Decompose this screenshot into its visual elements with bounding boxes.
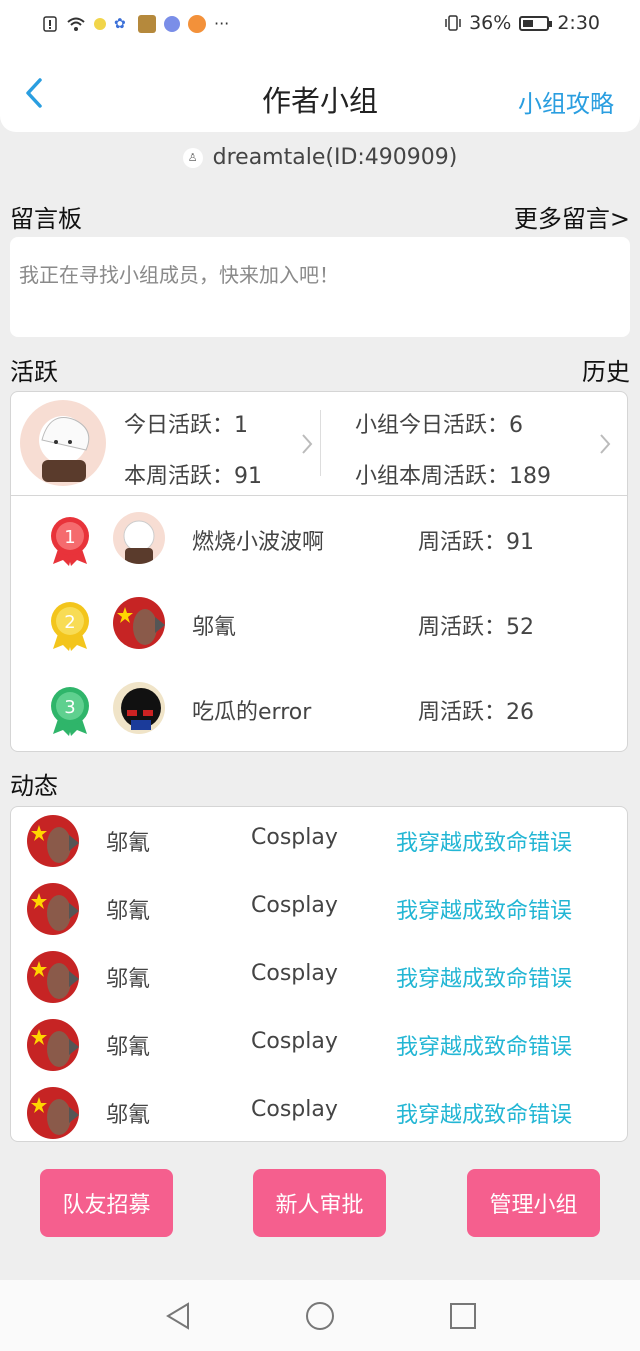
feed-work-link[interactable]: 我穿越成致命错误 [396,825,572,857]
browser-icon [188,14,206,33]
wifi-icon [67,17,85,31]
feed-item[interactable]: 邬氰 Cosplay 我穿越成致命错误 [11,875,627,943]
svg-text:3: 3 [64,697,75,718]
feed-category: Cosplay [251,893,338,918]
message-board-label: 留言板 [10,205,82,233]
feed-item[interactable]: 邬氰 Cosplay 我穿越成致命错误 [11,1011,627,1079]
user-icon: ♙ [182,147,203,168]
chevron-right-icon[interactable] [299,432,315,456]
feed-category: Cosplay [251,825,338,850]
medal-gold-1-icon: 1 [51,517,89,566]
battery-percent: 36% [469,12,512,34]
divider [320,410,321,476]
feed-item[interactable]: 邬氰 Cosplay 我穿越成致命错误 [11,807,627,875]
feed-work-link[interactable]: 我穿越成致命错误 [396,961,572,993]
music-icon [164,15,180,32]
paw-icon: ✿ [114,15,126,32]
rank-row[interactable]: 2 邬氰 周活跃：52 [11,583,627,663]
more-messages-link[interactable]: 更多留言> [514,199,630,234]
group-guide-link[interactable]: 小组攻略 [518,84,614,119]
svg-text:1: 1 [64,527,75,548]
rank-score: 周活跃：26 [418,700,534,725]
avatar[interactable] [27,883,79,935]
rank-score: 周活跃：52 [418,615,534,640]
avatar[interactable] [113,597,165,649]
status-right: 36% 2:30 [445,12,600,34]
feed-author: 邬氰 [106,1035,151,1060]
feed-author: 邬氰 [106,1103,151,1128]
feed-author: 邬氰 [106,831,151,856]
clock: 2:30 [557,12,600,34]
history-link[interactable]: 历史 [582,352,630,387]
vibrate-icon [445,15,461,31]
my-today-activity: 今日活跃：1 [124,413,248,438]
feed-item[interactable]: 邬氰 Cosplay 我穿越成致命错误 [11,943,627,1011]
avatar[interactable] [27,951,79,1003]
avatar[interactable] [113,512,165,564]
medal-bronze-3-icon: 3 [51,687,89,736]
medal-silver-2-icon: 2 [51,602,89,651]
feed-label: 动态 [10,772,58,800]
avatar[interactable] [113,682,165,734]
message-board[interactable]: 我正在寻找小组成员，快来加入吧！ [10,237,630,337]
battery-icon [519,15,553,31]
nav-home-icon[interactable] [305,1301,335,1331]
creator-name: dreamtale(ID:490909) [212,145,458,170]
feed-author: 邬氰 [106,967,151,992]
more-dots-icon: ··· [214,14,230,33]
feed-work-link[interactable]: 我穿越成致命错误 [396,893,572,925]
message-text: 我正在寻找小组成员，快来加入吧！ [19,263,339,287]
approve-button[interactable]: 新人审批 [253,1169,386,1237]
avatar[interactable] [20,400,106,486]
activity-summary: 今日活跃：1 本周活跃：91 小组今日活跃：6 小组本周活跃：189 [11,392,627,496]
system-nav-bar [0,1280,640,1351]
nav-recents-icon[interactable] [449,1301,477,1331]
manage-group-button[interactable]: 管理小组 [467,1169,600,1237]
activity-card: 今日活跃：1 本周活跃：91 小组今日活跃：6 小组本周活跃：189 1 燃烧小… [10,391,628,752]
status-bar: ✿ ··· 36% 2:30 [0,0,640,52]
status-icons: ✿ ··· [42,14,229,33]
rank-name: 邬氰 [192,615,237,640]
nav-back-icon[interactable] [164,1301,192,1331]
feed-work-link[interactable]: 我穿越成致命错误 [396,1029,572,1061]
app-icon-2 [138,14,156,33]
header: 作者小组 小组攻略 [0,52,640,132]
rank-score: 周活跃：91 [418,530,534,555]
feed-category: Cosplay [251,1097,338,1122]
group-today-activity: 小组今日活跃：6 [355,413,523,438]
group-creator[interactable]: ♙ dreamtale(ID:490909) [0,145,640,170]
app-icon-1 [94,17,106,30]
feed-category: Cosplay [251,1029,338,1054]
feed-work-link[interactable]: 我穿越成致命错误 [396,1097,572,1129]
rank-row[interactable]: 1 燃烧小波波啊 周活跃：91 [11,498,627,578]
rank-name: 吃瓜的error [192,700,312,725]
recruit-button[interactable]: 队友招募 [40,1169,173,1237]
avatar[interactable] [27,815,79,867]
group-week-activity: 小组本周活跃：189 [355,464,551,489]
avatar[interactable] [27,1019,79,1071]
alert-icon [43,15,57,32]
rank-name: 燃烧小波波啊 [192,530,325,555]
activity-label: 活跃 [10,358,58,386]
avatar[interactable] [27,1087,79,1139]
my-week-activity: 本周活跃：91 [124,464,262,489]
svg-text:2: 2 [64,612,75,633]
rank-row[interactable]: 3 吃瓜的error 周活跃：26 [11,668,627,748]
feed-card: 邬氰 Cosplay 我穿越成致命错误 邬氰 Cosplay 我穿越成致命错误 … [10,806,628,1142]
chevron-right-icon[interactable] [597,432,613,456]
feed-item[interactable]: 邬氰 Cosplay 我穿越成致命错误 [11,1079,627,1147]
feed-author: 邬氰 [106,899,151,924]
feed-category: Cosplay [251,961,338,986]
